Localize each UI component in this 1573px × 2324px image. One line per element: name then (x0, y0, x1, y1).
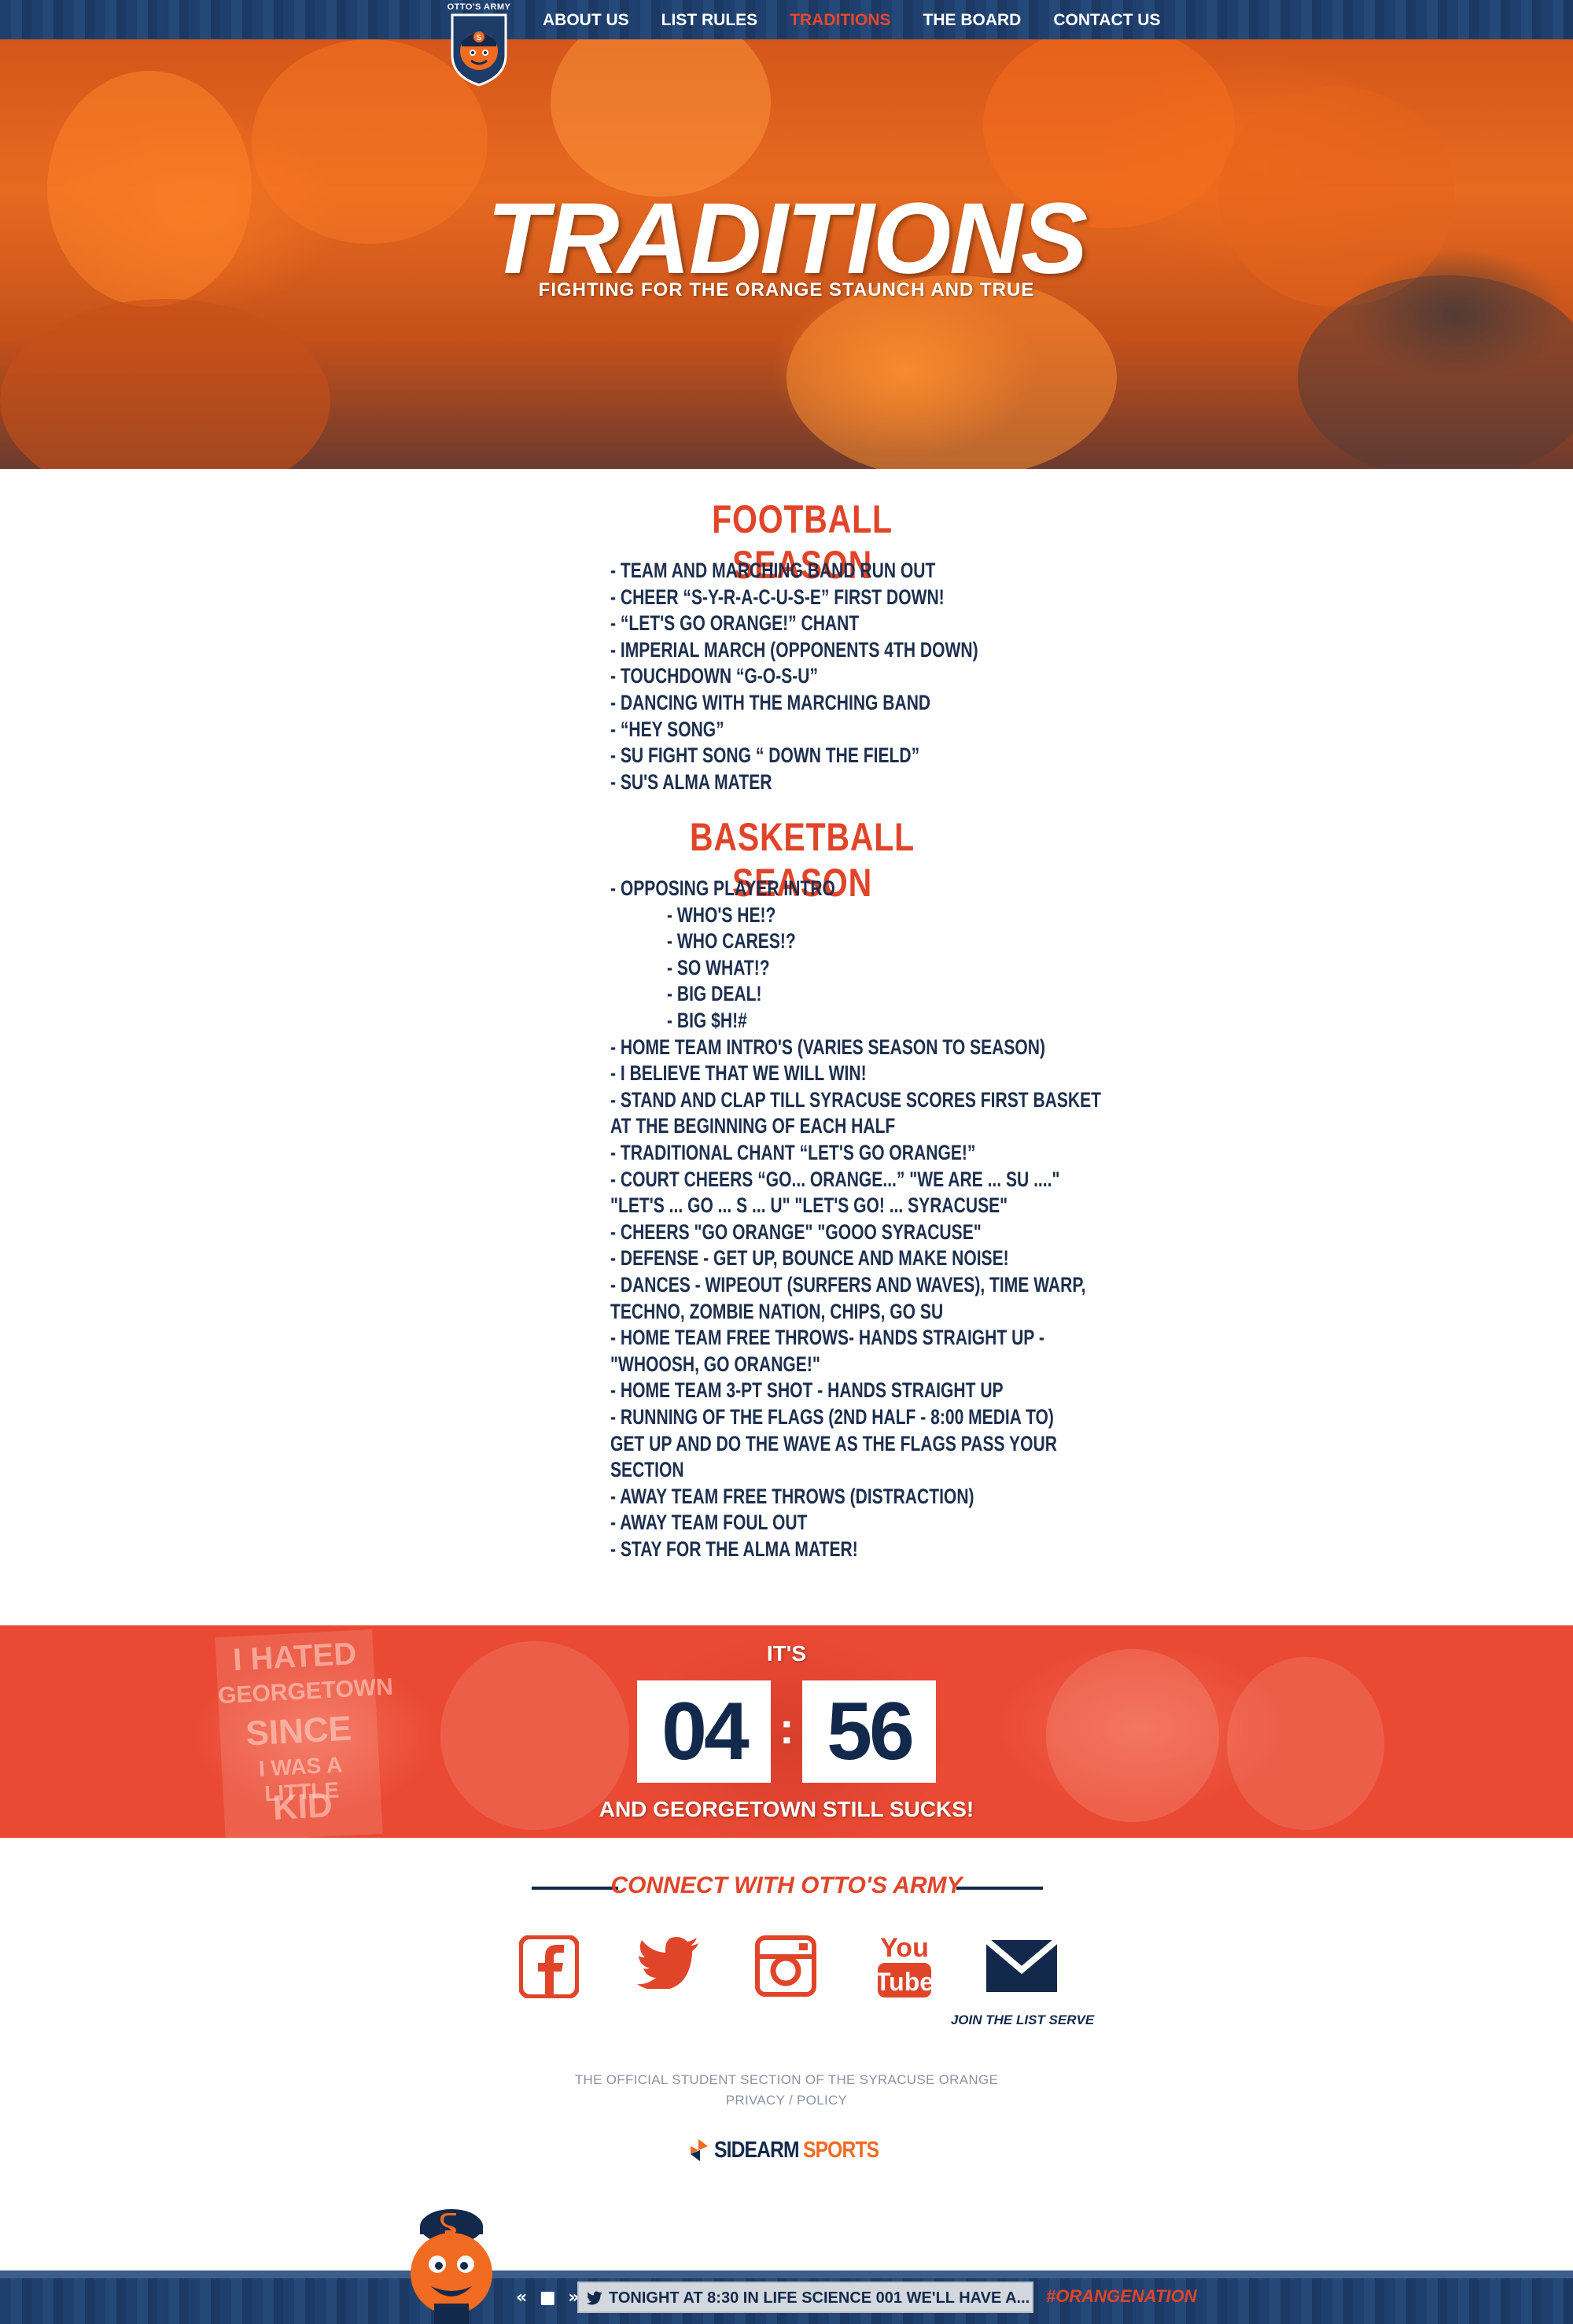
youtube-you-text: You (880, 1933, 929, 1963)
hero-crowd-shape (786, 275, 1117, 469)
basketball-tradition-item: - OPPOSING PLAYER INTRO (610, 876, 835, 900)
countdown-suffix: AND GEORGETOWN STILL SUCKS! (599, 1797, 974, 1821)
countdown-minutes: 56 (802, 1680, 936, 1783)
countdown-prefix: IT'S (766, 1641, 807, 1666)
football-tradition-item: - “LET'S GO ORANGE!” CHANT (610, 611, 860, 636)
svg-text:S: S (477, 34, 482, 42)
top-nav: ABOUT US LIST RULES TRADITIONS THE BOARD… (0, 0, 1573, 39)
basketball-tradition-item: GET UP AND DO THE WAVE AS THE FLAGS PASS… (610, 1431, 1057, 1455)
youtube-icon[interactable]: You Tube (875, 1931, 934, 2001)
twitter-icon[interactable] (637, 1935, 700, 1989)
hero-banner: TRADITIONS FIGHTING FOR THE ORANGE STAUN… (0, 39, 1573, 469)
sidearm-logo[interactable]: SIDEARM SPORTS (689, 2137, 892, 2164)
basketball-tradition-item: - HOME TEAM 3-PT SHOT - HANDS STRAIGHT U… (610, 1378, 1004, 1403)
basketball-tradition-item: - TRADITIONAL CHANT “LET'S GO ORANGE!” (610, 1141, 976, 1164)
shield-icon: S (451, 13, 507, 87)
sign-line: GEORGETOWN (217, 1673, 394, 1710)
basketball-tradition-item: - COURT CHEERS “GO... ORANGE...” "WE ARE… (610, 1167, 1060, 1191)
ticker-controls[interactable]: « ■ » (516, 2288, 583, 2307)
football-tradition-item: - SU FIGHT SONG “ DOWN THE FIELD” (610, 743, 920, 768)
basketball-tradition-item: - STAY FOR THE ALMA MATER! (610, 1537, 858, 1561)
football-tradition-item: - CHEER “S-Y-R-A-C-U-S-E” FIRST DOWN! (610, 585, 945, 609)
basketball-tradition-item: - STAND AND CLAP TILL SYRACUSE SCORES FI… (610, 1087, 1102, 1112)
basketball-tradition-item: - DANCES - WIPEOUT (SURFERS AND WAVES), … (610, 1273, 1086, 1297)
twitter-bird-icon (587, 2291, 602, 2305)
nav-contact-us[interactable]: CONTACT US (1053, 11, 1160, 30)
basketball-tradition-item: "WHOOSH, GO ORANGE!" (610, 1352, 820, 1376)
hero-crowd-shape (551, 39, 771, 197)
basketball-tradition-item: - AWAY TEAM FOUL OUT (610, 1511, 808, 1535)
basketball-tradition-item: - CHEERS "GO ORANGE" "GOOO SYRACUSE" (610, 1219, 982, 1244)
instagram-icon[interactable] (755, 1935, 816, 1997)
youtube-tube-text: Tube (875, 1968, 934, 1996)
football-tradition-item: - TOUCHDOWN “G-O-S-U” (610, 664, 819, 688)
privacy-policy-link[interactable]: PRIVACY / POLICY (0, 2093, 1573, 2108)
otto-mascot-icon (411, 2209, 492, 2324)
basketball-tradition-item: - BIG $H!# (667, 1009, 747, 1032)
basketball-tradition-item: - AWAY TEAM FREE THROWS (DISTRACTION) (610, 1484, 974, 1508)
banner-fan-shape (1046, 1649, 1219, 1822)
football-tradition-item: - IMPERIAL MARCH (OPPONENTS 4TH DOWN) (610, 637, 978, 662)
countdown-banner: I HATED GEORGETOWN SINCE I WAS A LITTLE … (0, 1625, 1573, 1838)
countdown-hours: 04 (637, 1680, 771, 1783)
basketball-tradition-item: - SO WHAT!? (667, 955, 770, 979)
basketball-tradition-item: TECHNO, ZOMBIE NATION, CHIPS, GO SU (610, 1299, 944, 1323)
sports-text: SPORTS (802, 2137, 879, 2163)
football-tradition-item: - DANCING WITH THE MARCHING BAND (610, 691, 931, 714)
basketball-tradition-item: - RUNNING OF THE FLAGS (2ND HALF - 8:00 … (610, 1405, 1054, 1429)
ticker-top-strip (0, 2271, 1573, 2278)
basketball-tradition-item: - WHO CARES!? (667, 929, 796, 954)
football-tradition-item: - TEAM AND MARCHING BAND RUN OUT (610, 559, 936, 582)
connect-title: CONNECT WITH OTTO'S ARMY (610, 1872, 963, 1898)
basketball-tradition-item: "LET'S ... GO ... S ... U" "LET'S GO! ..… (610, 1193, 1008, 1218)
sidearm-text: SIDEARM (714, 2137, 800, 2163)
hashtag-link[interactable]: #ORANGENATION (1046, 2286, 1197, 2307)
page-subtitle: FIGHTING FOR THE ORANGE STAUNCH AND TRUE (538, 279, 1035, 301)
basketball-tradition-item: - HOME TEAM FREE THROWS- HANDS STRAIGHT … (610, 1326, 1044, 1350)
nav-traditions[interactable]: TRADITIONS (790, 11, 890, 30)
logo-text: OTTO'S ARMY (447, 2, 511, 12)
join-list-serve-link[interactable]: JOIN THE LIST SERVE (944, 2012, 1101, 2028)
countdown-separator: : (779, 1703, 794, 1753)
nav-about-us[interactable]: ABOUT US (543, 11, 629, 30)
basketball-tradition-item: - I BELIEVE THAT WE WILL WIN! (610, 1061, 867, 1086)
football-tradition-item: - “HEY SONG” (610, 717, 724, 741)
basketball-tradition-item: - HOME TEAM INTRO'S (VARIES SEASON TO SE… (610, 1035, 1046, 1059)
nav-list-rules[interactable]: LIST RULES (661, 11, 758, 30)
official-text: THE OFFICIAL STUDENT SECTION OF THE SYRA… (574, 2072, 999, 2087)
basketball-tradition-item: - DEFENSE - GET UP, BOUNCE AND MAKE NOIS… (610, 1246, 1009, 1271)
basketball-tradition-item: - WHO'S HE!? (667, 902, 776, 927)
basketball-tradition-item: - BIG DEAL! (667, 982, 762, 1006)
sidearm-mark-icon (691, 2139, 708, 2161)
hero-crowd-shape (0, 299, 330, 469)
email-icon[interactable] (986, 1940, 1057, 1992)
basketball-tradition-item: AT THE BEGINNING OF EACH HALF (610, 1114, 896, 1138)
nav-menu: ABOUT US LIST RULES TRADITIONS THE BOARD… (543, 11, 1192, 30)
sign-line: SINCE (245, 1709, 353, 1754)
basketball-tradition-item: SECTION (610, 1458, 684, 1482)
ottos-army-logo[interactable]: OTTO'S ARMY S (447, 0, 511, 87)
football-tradition-item: - SU'S ALMA MATER (610, 769, 772, 794)
ticker-message-box[interactable]: TONIGHT AT 8:30 IN LIFE SCIENCE 001 WE'L… (577, 2282, 1033, 2313)
facebook-icon[interactable] (519, 1935, 579, 1998)
nav-the-board[interactable]: THE BOARD (923, 11, 1022, 30)
ticker-message: TONIGHT AT 8:30 IN LIFE SCIENCE 001 WE'L… (609, 2289, 1030, 2307)
